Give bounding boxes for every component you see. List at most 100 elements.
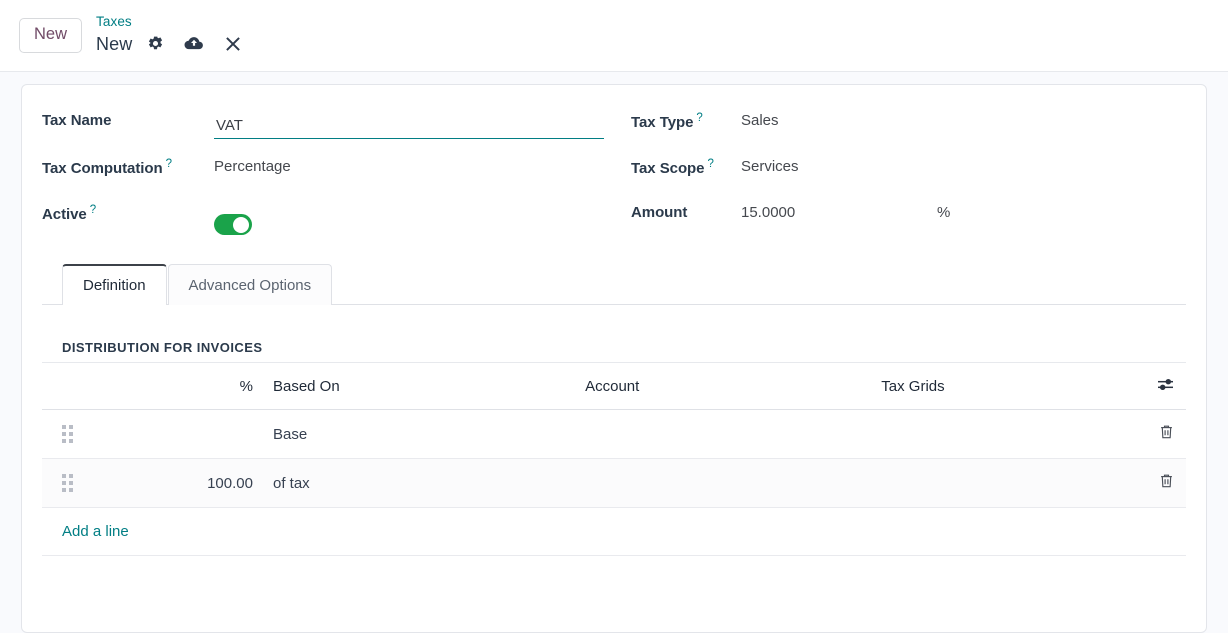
column-header-percent[interactable]: % xyxy=(87,363,261,410)
new-button[interactable]: New xyxy=(19,18,83,53)
cell-percent[interactable] xyxy=(87,409,261,459)
label-amount: Amount xyxy=(631,195,741,221)
table-row[interactable]: 100.00 of tax xyxy=(42,458,1186,508)
field-tax-computation: Tax Computation? Percentage xyxy=(42,149,614,195)
column-header-account[interactable]: Account xyxy=(577,363,874,410)
value-tax-name xyxy=(214,103,614,139)
active-toggle[interactable] xyxy=(214,214,252,235)
field-amount: Amount 15.0000 % xyxy=(631,195,1186,241)
distribution-table: % Based On Account Tax Grids Base 100.00… xyxy=(42,363,1186,556)
field-active: Active? xyxy=(42,195,614,241)
label-amount-text: Amount xyxy=(631,204,688,221)
cell-account[interactable] xyxy=(577,458,874,508)
add-a-line-button[interactable]: Add a line xyxy=(62,523,129,540)
label-tax-type-text: Tax Type xyxy=(631,114,694,131)
label-tax-name: Tax Name xyxy=(42,103,214,129)
form-groups: Tax Name Tax Computation? Percentage Act… xyxy=(22,103,1206,241)
value-amount: 15.0000 % xyxy=(741,195,1186,221)
help-icon-tax-type[interactable]: ? xyxy=(696,112,702,124)
drag-dot xyxy=(62,474,66,478)
tab-pane-definition: DISTRIBUTION FOR INVOICES % Based On Acc… xyxy=(22,305,1206,594)
cell-delete xyxy=(1140,458,1186,508)
drag-dot xyxy=(69,425,73,429)
row-drag-cell xyxy=(42,409,88,459)
add-line-row: Add a line xyxy=(42,507,1186,556)
control-panel-left: New Taxes New xyxy=(19,15,246,56)
section-title-distribution-for-invoices: DISTRIBUTION FOR INVOICES xyxy=(42,305,1186,363)
drag-dot xyxy=(69,474,73,478)
cell-tax-grids[interactable] xyxy=(873,409,1141,459)
tab-definition[interactable]: Definition xyxy=(62,264,167,305)
table-header-row: % Based On Account Tax Grids xyxy=(42,363,1186,410)
drag-dot xyxy=(62,439,66,443)
form-background: Tax Name Tax Computation? Percentage Act… xyxy=(0,72,1228,633)
notebook-tabs: Definition Advanced Options xyxy=(42,263,1186,305)
gear-icon[interactable] xyxy=(142,32,168,56)
column-header-based-on[interactable]: Based On xyxy=(260,363,578,410)
row-drag-cell xyxy=(42,458,88,508)
column-header-options xyxy=(1140,363,1186,410)
amount-input[interactable]: 15.0000 xyxy=(741,204,937,221)
value-active xyxy=(214,195,614,239)
amount-unit-label: % xyxy=(937,204,951,221)
label-tax-computation: Tax Computation? xyxy=(42,149,214,177)
value-tax-scope[interactable]: Services xyxy=(741,149,1186,175)
cell-delete xyxy=(1140,409,1186,459)
close-x-icon[interactable] xyxy=(220,32,246,56)
value-tax-type[interactable]: Sales xyxy=(741,103,1186,129)
help-icon-active[interactable]: ? xyxy=(90,204,96,216)
label-active: Active? xyxy=(42,195,214,223)
add-line-cell: Add a line xyxy=(42,507,1186,556)
label-active-text: Active xyxy=(42,206,87,223)
drag-dot xyxy=(62,425,66,429)
form-column-left: Tax Name Tax Computation? Percentage Act… xyxy=(42,103,614,241)
drag-handle-icon[interactable] xyxy=(62,425,73,443)
form-sheet: Tax Name Tax Computation? Percentage Act… xyxy=(21,84,1207,633)
tab-advanced-options[interactable]: Advanced Options xyxy=(167,264,333,305)
active-toggle-knob xyxy=(233,216,249,233)
cell-percent[interactable]: 100.00 xyxy=(87,458,261,508)
label-tax-type: Tax Type? xyxy=(631,103,741,131)
field-tax-type: Tax Type? Sales xyxy=(631,103,1186,149)
cell-based-on[interactable]: of tax xyxy=(260,458,578,508)
trash-icon[interactable] xyxy=(1159,473,1174,489)
drag-dot xyxy=(69,481,73,485)
value-tax-computation[interactable]: Percentage xyxy=(214,149,614,175)
sliders-icon[interactable] xyxy=(1157,377,1174,392)
help-icon-tax-computation[interactable]: ? xyxy=(166,158,172,170)
drag-handle-icon[interactable] xyxy=(62,474,73,492)
field-tax-scope: Tax Scope? Services xyxy=(631,149,1186,195)
drag-dot xyxy=(62,432,66,436)
label-tax-scope: Tax Scope? xyxy=(631,149,741,177)
drag-dot xyxy=(62,481,66,485)
breadcrumb-current-row: New xyxy=(96,32,246,56)
form-column-right: Tax Type? Sales Tax Scope? Services Amou… xyxy=(614,103,1186,241)
table-row[interactable]: Base xyxy=(42,409,1186,459)
label-tax-name-text: Tax Name xyxy=(42,112,112,129)
record-title: New xyxy=(96,33,133,54)
breadcrumb: Taxes New xyxy=(96,15,246,56)
cell-based-on[interactable]: Base xyxy=(260,409,578,459)
field-tax-name: Tax Name xyxy=(42,103,614,149)
drag-dot xyxy=(69,439,73,443)
cell-tax-grids[interactable] xyxy=(873,458,1141,508)
sheet-tail-space xyxy=(42,556,1186,594)
column-header-tax-grids[interactable]: Tax Grids xyxy=(873,363,1141,410)
column-header-handle xyxy=(42,363,88,410)
cloud-upload-icon[interactable] xyxy=(181,32,207,56)
drag-dot xyxy=(69,432,73,436)
trash-icon[interactable] xyxy=(1159,424,1174,440)
control-panel: New Taxes New xyxy=(0,0,1228,72)
distribution-table-body: Base 100.00 of tax Add a line xyxy=(42,409,1186,556)
label-tax-computation-text: Tax Computation xyxy=(42,160,163,177)
notebook: Definition Advanced Options xyxy=(22,263,1206,305)
distribution-table-head: % Based On Account Tax Grids xyxy=(42,363,1186,410)
help-icon-tax-scope[interactable]: ? xyxy=(707,158,713,170)
label-tax-scope-text: Tax Scope xyxy=(631,160,705,177)
amount-wrapper: 15.0000 % xyxy=(741,204,1186,221)
tax-name-input[interactable] xyxy=(214,117,604,139)
drag-dot xyxy=(69,488,73,492)
drag-dot xyxy=(62,488,66,492)
cell-account[interactable] xyxy=(577,409,874,459)
breadcrumb-item-taxes[interactable]: Taxes xyxy=(96,15,246,29)
